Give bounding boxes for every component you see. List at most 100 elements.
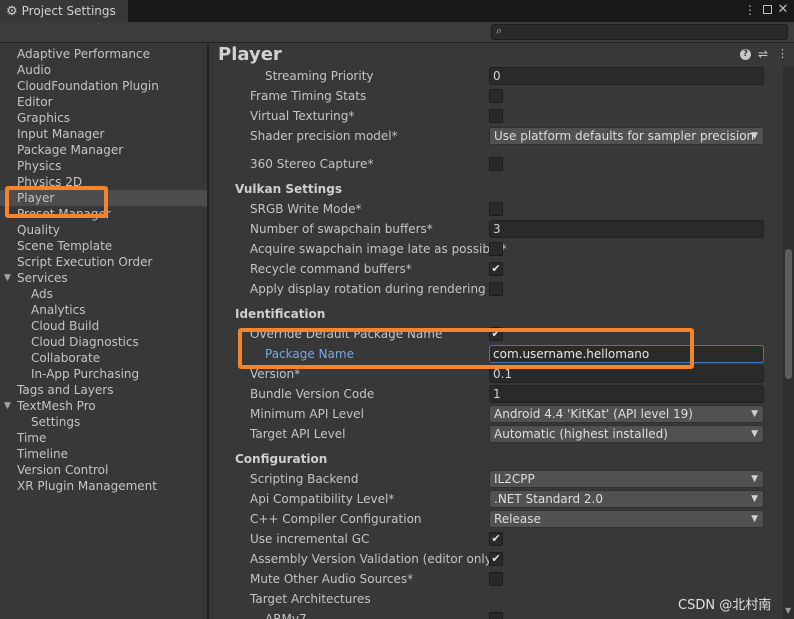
- dropdown-scripting-backend[interactable]: IL2CPP ▼: [489, 470, 764, 488]
- checkbox-apply-display-rotation-during-rendering[interactable]: [489, 282, 503, 296]
- label-apply-display-rotation-during-rendering: Apply display rotation during rendering: [250, 282, 486, 296]
- close-icon[interactable]: ✕: [776, 2, 790, 18]
- sidebar-item-collaborate[interactable]: Collaborate: [0, 350, 207, 366]
- field-package-name[interactable]: com.username.hellomano: [489, 345, 764, 363]
- sidebar-item-label: Graphics: [17, 111, 70, 125]
- sidebar-item-scene-template[interactable]: Scene Template: [0, 238, 207, 254]
- label-number-of-swapchain-buffers: Number of swapchain buffers*: [250, 222, 433, 236]
- label-target-architectures: Target Architectures: [250, 592, 371, 606]
- checkbox-armv7[interactable]: [489, 612, 503, 619]
- sidebar-item-graphics[interactable]: Graphics: [0, 110, 207, 126]
- checkbox-acquire-swapchain-image-late-as-possible[interactable]: [489, 242, 503, 256]
- sidebar-item-analytics[interactable]: Analytics: [0, 302, 207, 318]
- dropdown-api-compatibility-level[interactable]: .NET Standard 2.0 ▼: [489, 490, 764, 508]
- more-options-icon[interactable]: ⋮: [777, 47, 788, 60]
- sidebar-item-label: Adaptive Performance: [17, 47, 150, 61]
- sidebar-item-adaptive-performance[interactable]: Adaptive Performance: [0, 46, 207, 62]
- checkbox-virtual-texturing[interactable]: [489, 109, 503, 123]
- sidebar-item-version-control[interactable]: Version Control: [0, 462, 207, 478]
- sidebar-item-player[interactable]: Player: [0, 190, 207, 206]
- kebab-menu-icon[interactable]: ⋮: [743, 2, 757, 18]
- sidebar-item-physics-2d[interactable]: Physics 2D: [0, 174, 207, 190]
- dropdown-shader-precision-model[interactable]: Use platform defaults for sampler precis…: [489, 127, 764, 145]
- label-package-name: Package Name: [265, 347, 354, 361]
- label-use-incremental-gc: Use incremental GC: [250, 532, 370, 546]
- preset-sliders-icon[interactable]: ⇌: [758, 47, 768, 61]
- sidebar-item-in-app-purchasing[interactable]: In-App Purchasing: [0, 366, 207, 382]
- sidebar-item-label: In-App Purchasing: [31, 367, 140, 381]
- sidebar-item-audio[interactable]: Audio: [0, 62, 207, 78]
- inspector-panel: Player ? ⇌ ⋮ Streaming Priority 0 Frame Ti…: [209, 44, 794, 619]
- sidebar-item-preset-manager[interactable]: Preset Manager: [0, 206, 207, 222]
- field-number-of-swapchain-buffers[interactable]: 3: [489, 220, 764, 238]
- label-minimum-api-level: Minimum API Level: [250, 407, 364, 421]
- tab-project-settings[interactable]: ⚙ Project Settings: [0, 0, 128, 22]
- checkmark-icon: ✔: [491, 262, 501, 275]
- sidebar-item-cloud-diagnostics[interactable]: Cloud Diagnostics: [0, 334, 207, 350]
- sidebar-item-cloud-build[interactable]: Cloud Build: [0, 318, 207, 334]
- vertical-scrollbar[interactable]: ▼: [783, 66, 794, 619]
- dropdown-value: Android 4.4 'KitKat' (API level 19): [494, 407, 693, 421]
- label-frame-timing-stats: Frame Timing Stats: [250, 89, 367, 103]
- chevron-down-icon: ▼: [751, 494, 758, 504]
- dropdown-value: .NET Standard 2.0: [494, 492, 604, 506]
- sidebar-item-cloudfoundation-plugin[interactable]: CloudFoundation Plugin: [0, 78, 207, 94]
- title-bar: ⚙ Project Settings ⋮ ✕: [0, 0, 794, 22]
- sidebar-item-label: Cloud Build: [31, 319, 100, 333]
- search-input[interactable]: ⌕: [491, 24, 788, 40]
- expand-arrow-icon[interactable]: ▼: [4, 270, 11, 286]
- label-api-compatibility-level: Api Compatibility Level*: [250, 492, 395, 506]
- sidebar-item-package-manager[interactable]: Package Manager: [0, 142, 207, 158]
- label-version: Version*: [250, 367, 301, 381]
- chevron-down-icon: ▼: [751, 429, 758, 439]
- help-icon[interactable]: ?: [740, 49, 751, 60]
- field-bundle-version-code[interactable]: 1: [489, 385, 764, 403]
- chevron-down-icon: ▼: [751, 409, 758, 419]
- checkbox-mute-other-audio-sources[interactable]: [489, 572, 503, 586]
- sidebar-item-xr-plugin-management[interactable]: XR Plugin Management: [0, 478, 207, 494]
- sidebar-item-settings[interactable]: Settings: [0, 414, 207, 430]
- field-version[interactable]: 0.1: [489, 365, 764, 383]
- scroll-down-icon[interactable]: ▼: [785, 606, 791, 615]
- checkbox-recycle-command-buffers[interactable]: ✔: [489, 262, 503, 276]
- checkbox-use-incremental-gc[interactable]: ✔: [489, 532, 503, 546]
- field-streaming-priority[interactable]: 0: [489, 67, 764, 85]
- dropdown-target-api-level[interactable]: Automatic (highest installed) ▼: [489, 425, 764, 443]
- dropdown-minimum-api-level[interactable]: Android 4.4 'KitKat' (API level 19) ▼: [489, 405, 764, 423]
- dropdown-value: Automatic (highest installed): [494, 427, 668, 441]
- sidebar-item-timeline[interactable]: Timeline: [0, 446, 207, 462]
- label-virtual-texturing: Virtual Texturing*: [250, 109, 355, 123]
- sidebar-item-ads[interactable]: Ads: [0, 286, 207, 302]
- maximize-icon[interactable]: [760, 2, 774, 18]
- checkmark-icon: ✔: [491, 532, 501, 545]
- checkbox-assembly-version-validation-editor-only[interactable]: ✔: [489, 552, 503, 566]
- label-assembly-version-validation-editor-only: Assembly Version Validation (editor only…: [250, 552, 497, 566]
- sidebar-item-time[interactable]: Time: [0, 430, 207, 446]
- expand-arrow-icon[interactable]: ▼: [4, 398, 11, 414]
- sidebar-item-quality[interactable]: Quality: [0, 222, 207, 238]
- dropdown-value: Release: [494, 512, 541, 526]
- label-360-stereo-capture: 360 Stereo Capture*: [250, 157, 374, 171]
- sidebar-item-editor[interactable]: Editor: [0, 94, 207, 110]
- sidebar-item-label: Physics 2D: [17, 175, 83, 189]
- scrollbar-thumb[interactable]: [785, 249, 792, 379]
- tab-label: Project Settings: [21, 4, 116, 18]
- chevron-down-icon: ▼: [751, 131, 758, 141]
- checkbox-srgb-write-mode[interactable]: [489, 202, 503, 216]
- sidebar-item-textmesh-pro[interactable]: ▼ TextMesh Pro: [0, 398, 207, 414]
- checkbox-frame-timing-stats[interactable]: [489, 89, 503, 103]
- sidebar-item-label: Player: [17, 191, 55, 205]
- checkmark-icon: ✔: [491, 552, 501, 565]
- sidebar-item-label: XR Plugin Management: [17, 479, 157, 493]
- sidebar-item-script-execution-order[interactable]: Script Execution Order: [0, 254, 207, 270]
- sidebar-item-label: Scene Template: [17, 239, 113, 253]
- sidebar-item-physics[interactable]: Physics: [0, 158, 207, 174]
- dropdown-c-compiler-configuration[interactable]: Release ▼: [489, 510, 764, 528]
- section-configuration: Configuration: [235, 452, 328, 466]
- label-c-compiler-configuration: C++ Compiler Configuration: [250, 512, 422, 526]
- sidebar-item-input-manager[interactable]: Input Manager: [0, 126, 207, 142]
- checkbox-360-stereo-capture[interactable]: [489, 157, 503, 171]
- sidebar-item-services[interactable]: ▼ Services: [0, 270, 207, 286]
- checkbox-override-default-package-name[interactable]: ✔: [489, 327, 503, 341]
- sidebar-item-tags-and-layers[interactable]: Tags and Layers: [0, 382, 207, 398]
